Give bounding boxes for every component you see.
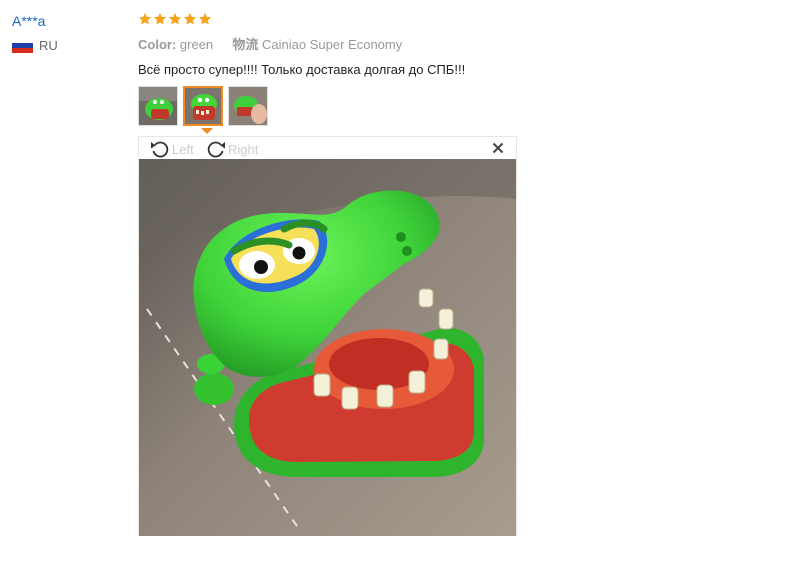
rotate-right-button[interactable]: Right (205, 139, 258, 159)
rotate-left-button[interactable]: Left (149, 139, 194, 159)
review-photo-thumbnail-selected[interactable] (183, 86, 223, 126)
rotate-right-label: Right (228, 141, 259, 157)
selected-thumbnail-pointer (201, 128, 213, 134)
rotate-left-icon (151, 141, 169, 158)
reviewer-name[interactable]: A***a (12, 12, 58, 30)
reviewer-country: RU (12, 38, 58, 53)
shipping-label: 物流 (232, 37, 259, 52)
color-label: Color: (138, 37, 177, 52)
image-viewer: Left Right (138, 136, 517, 536)
russia-flag-icon (12, 38, 33, 53)
close-icon[interactable] (492, 142, 504, 154)
crocodile-toy-photo (139, 159, 516, 536)
review-photo-thumbnail[interactable] (228, 86, 268, 126)
star-icon (168, 12, 182, 25)
review-photo-thumbnail[interactable] (138, 86, 178, 126)
star-icon (138, 12, 152, 25)
star-rating (138, 12, 558, 30)
color-value: green (179, 37, 214, 52)
star-icon (183, 12, 197, 25)
review-thumbnails (138, 86, 268, 126)
review-photo (139, 159, 516, 536)
star-icon (153, 12, 167, 25)
review-text: Всё просто супер!!!! Только доставка дол… (138, 62, 466, 77)
reviewer-info: A***a RU (12, 12, 58, 53)
country-code: RU (39, 38, 58, 53)
rotate-left-label: Left (172, 141, 194, 157)
order-info: Color: green 物流 Cainiao Super Economy (138, 36, 558, 54)
shipping-value: Cainiao Super Economy (262, 37, 403, 52)
star-icon (198, 12, 212, 25)
rotate-right-icon (207, 141, 225, 158)
review-content: Color: green 物流 Cainiao Super Economy Вс… (138, 12, 558, 79)
viewer-toolbar: Left Right (139, 137, 516, 159)
